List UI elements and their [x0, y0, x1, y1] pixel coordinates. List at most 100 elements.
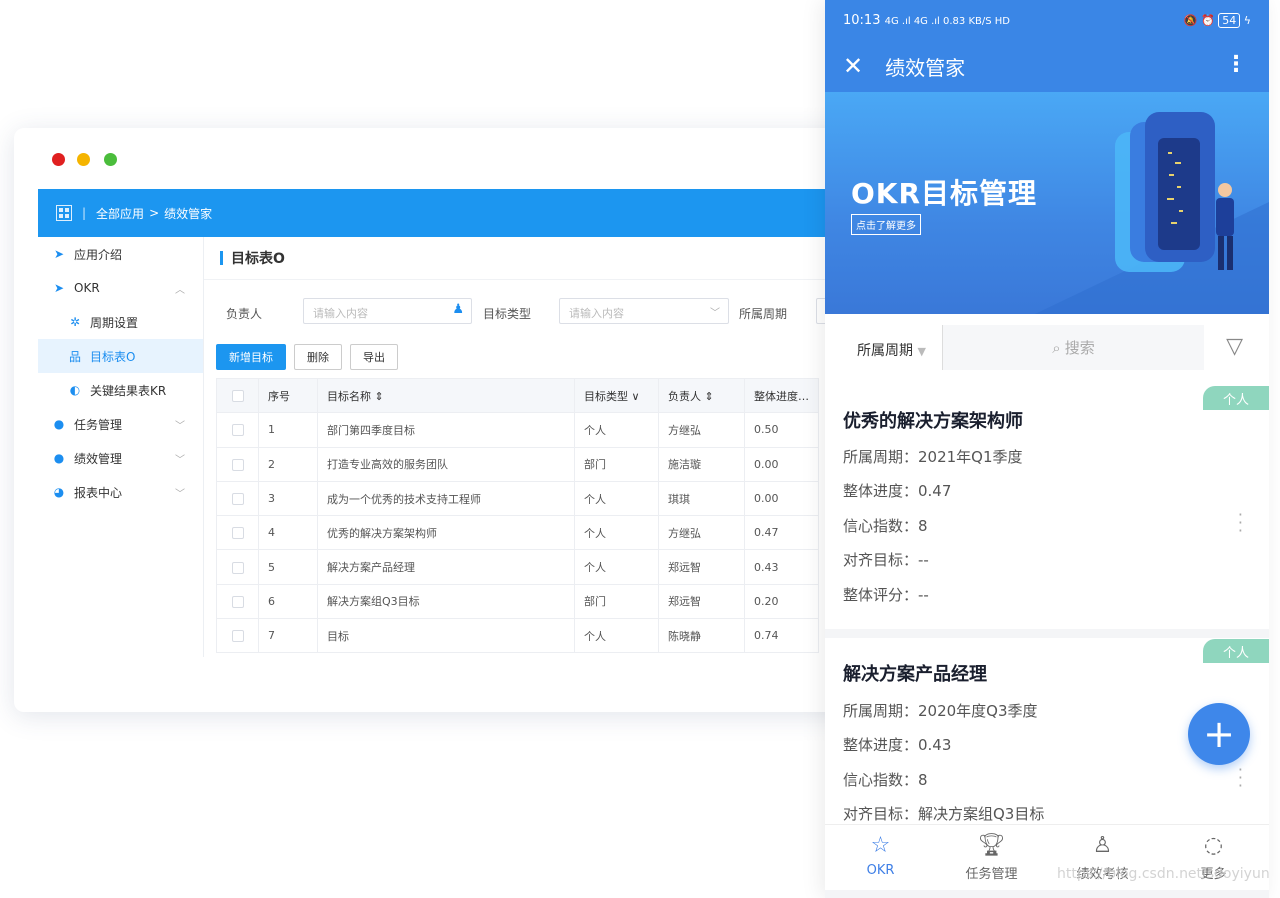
sidebar-item-cycle[interactable]: ✲ 周期设置 [38, 305, 203, 339]
table-row[interactable]: 3 成为一个优秀的技术支持工程师 个人 琪琪 0.00 [216, 480, 819, 517]
col-index: 序号 [258, 377, 318, 414]
cell-owner: 陈晓静 [658, 618, 745, 654]
row-checkbox-cell[interactable] [216, 549, 259, 585]
row-checkbox[interactable] [231, 561, 244, 574]
cell-owner: 郑远智 [658, 549, 745, 585]
cycle-icon: ✲ [69, 315, 81, 329]
user-icon[interactable]: ♟ [452, 302, 464, 317]
more-vert-icon[interactable]: ⋮ [1225, 52, 1247, 77]
sidebar-item-tasks[interactable]: ● 任务管理 ﹀ [38, 407, 203, 441]
window-maximize-dot[interactable] [104, 153, 117, 166]
row-checkbox[interactable] [231, 493, 244, 506]
add-fab-button[interactable]: + [1188, 703, 1250, 765]
objectives-table: 序号 目标名称 ⇕ 目标类型 ∨ 负责人 ⇕ 整体进度… 1 部门第四季度目标 个人… [216, 377, 819, 654]
learn-more-link[interactable]: 点击了解更多 [851, 214, 921, 235]
type-select[interactable]: 请输入内容 ﹀ [559, 298, 729, 324]
cell-index: 6 [258, 583, 318, 620]
window-close-dot[interactable] [52, 153, 65, 166]
row-checkbox-cell[interactable] [216, 618, 259, 654]
sidebar-item-reports[interactable]: ◕ 报表中心 ﹀ [38, 475, 203, 509]
period-dropdown[interactable]: 所属周期 ▼ [857, 340, 926, 360]
table-row[interactable]: 2 打造专业高效的服务团队 部门 施洁璇 0.00 [216, 446, 819, 482]
cell-owner: 方继弘 [658, 515, 745, 551]
send-icon: ➤ [53, 247, 65, 261]
card-line: 整体进度：0.47 [843, 482, 952, 501]
row-checkbox[interactable] [231, 458, 244, 471]
objective-card[interactable]: 个人 优秀的解决方案架构师 所属周期：2021年Q1季度 整体进度：0.47 信… [825, 383, 1269, 629]
cell-type: 个人 [574, 618, 659, 654]
row-checkbox-cell[interactable] [216, 446, 259, 482]
sidebar-item-label: OKR [74, 281, 100, 295]
select-all-checkbox[interactable] [231, 390, 244, 403]
search-input[interactable]: ⌕ 搜索 [942, 325, 1204, 370]
card-line: 所属周期：2021年Q1季度 [843, 447, 1023, 466]
cell-name: 优秀的解决方案架构师 [317, 515, 575, 551]
card-line: 信心指数：8 [843, 770, 928, 789]
send-icon: ➤ [53, 281, 65, 295]
row-checkbox[interactable] [231, 630, 244, 643]
type-label: 目标类型 [483, 307, 532, 321]
table-row[interactable]: 5 解决方案产品经理 个人 郑远智 0.43 [216, 549, 819, 585]
sidebar-item-label: 绩效管理 [74, 451, 123, 466]
desktop-window: | 全部应用 > 绩效管家 ➤ 应用介绍 ➤ OKR ︿ ✲ 周期设置 品目标表O ◐ 关… [14, 128, 914, 712]
close-icon[interactable]: ✕ [843, 52, 863, 80]
row-checkbox[interactable] [231, 527, 244, 540]
table-row[interactable]: 4 优秀的解决方案架构师 个人 方继弘 0.47 [216, 515, 819, 551]
row-checkbox-cell[interactable] [216, 412, 259, 448]
delete-button[interactable]: 删除 [294, 344, 342, 370]
tab-okr[interactable]: ☆ OKR [825, 825, 936, 890]
row-checkbox-cell[interactable] [216, 583, 259, 620]
col-owner[interactable]: 负责人 ⇕ [658, 377, 745, 414]
cell-progress: 0.50 [744, 412, 819, 448]
cell-name: 成为一个优秀的技术支持工程师 [317, 480, 575, 517]
status-bar: 10:13 4G .ıl 4G .ıl 0.83 KB/S HD 🔕 ⏰ 54 … [825, 0, 1269, 40]
breadcrumb-all-apps[interactable]: 全部应用 [96, 205, 144, 222]
mute-icon: 🔕 [1183, 13, 1198, 27]
sidebar-item-okr[interactable]: ➤ OKR ︿ [38, 271, 203, 305]
search-icon: ⌕ [1052, 338, 1061, 357]
row-checkbox[interactable] [231, 595, 244, 608]
sidebar-item-intro[interactable]: ➤ 应用介绍 [38, 237, 203, 271]
cell-owner: 施洁璇 [658, 446, 745, 482]
col-type[interactable]: 目标类型 ∨ [574, 377, 659, 414]
cell-name: 部门第四季度目标 [317, 412, 575, 448]
row-checkbox-cell[interactable] [216, 515, 259, 551]
top-nav-bar: | 全部应用 > 绩效管家 [38, 189, 914, 237]
window-minimize-dot[interactable] [77, 153, 90, 166]
filter-icon[interactable]: ▽ [1226, 334, 1243, 359]
card-more-icon[interactable]: · · · [1238, 507, 1243, 539]
col-name[interactable]: 目标名称 ⇕ [317, 377, 575, 414]
cell-progress: 0.47 [744, 515, 819, 551]
chevron-down-icon: ﹀ [175, 488, 185, 500]
export-button[interactable]: 导出 [350, 344, 398, 370]
planet-icon: ◐ [69, 383, 81, 397]
cell-index: 3 [258, 480, 318, 517]
planet-icon: ◌ [1203, 833, 1224, 858]
battery-icon: 54 [1218, 12, 1241, 28]
pie-icon: ◕ [53, 485, 65, 499]
sidebar-item-objectives[interactable]: 品目标表O [38, 339, 203, 373]
card-more-icon[interactable]: · · · [1238, 762, 1243, 794]
cell-index: 7 [258, 618, 318, 654]
sidebar-item-key-results[interactable]: ◐ 关键结果表KR [38, 373, 203, 407]
cell-name: 解决方案组Q3目标 [317, 583, 575, 620]
row-checkbox[interactable] [231, 424, 244, 437]
apps-grid-icon[interactable] [56, 205, 72, 221]
org-chart-icon: 品 [68, 349, 81, 364]
app-title: 绩效管家 [885, 55, 966, 80]
table-row[interactable]: 6 解决方案组Q3目标 部门 郑远智 0.20 [216, 583, 819, 620]
cell-name: 解决方案产品经理 [317, 549, 575, 585]
cell-index: 2 [258, 446, 318, 482]
sidebar-item-performance[interactable]: ● 绩效管理 ﹀ [38, 441, 203, 475]
okr-banner[interactable]: OKR目标管理 点击了解更多 [825, 92, 1269, 314]
select-all-cell[interactable] [216, 377, 259, 414]
owner-input[interactable]: 请输入内容 ♟ [303, 298, 472, 324]
table-row[interactable]: 1 部门第四季度目标 个人 方继弘 0.50 [216, 412, 819, 448]
table-row[interactable]: 7 目标 个人 陈晓静 0.74 [216, 618, 819, 654]
star-icon: ☆ [870, 833, 891, 858]
tab-tasks[interactable]: 🏆︎ 任务管理 [936, 825, 1047, 890]
add-objective-button[interactable]: 新增目标 [216, 344, 286, 370]
search-placeholder: 搜索 [1064, 339, 1095, 357]
row-checkbox-cell[interactable] [216, 480, 259, 517]
watermark: https://blog.csdn.net/sdoyiyun [1057, 866, 1270, 882]
